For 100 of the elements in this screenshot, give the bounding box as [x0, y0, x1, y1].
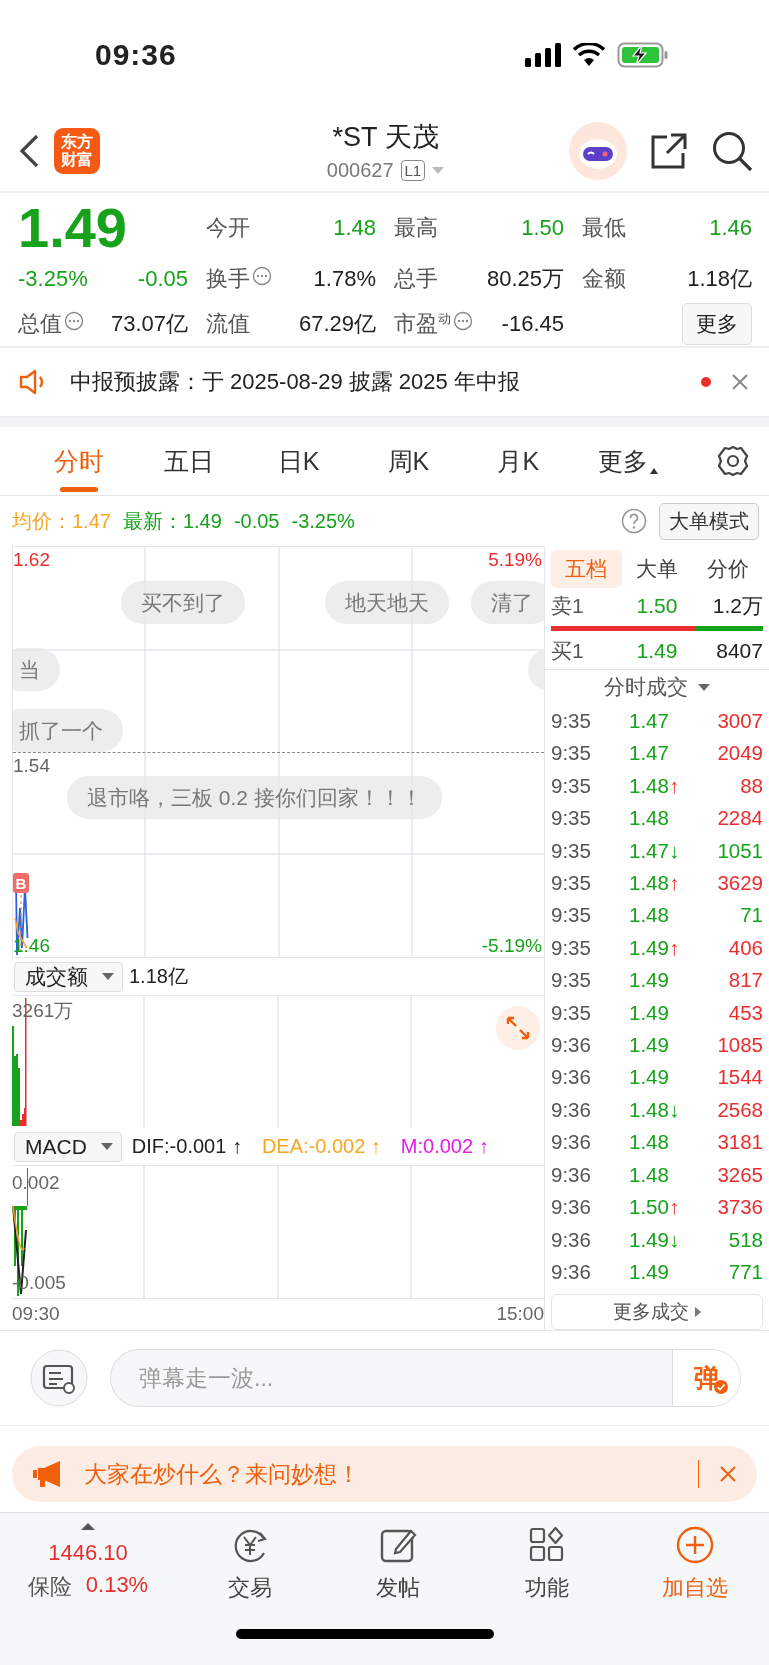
panel-tab[interactable]: 大单 [621, 550, 693, 588]
trade-time: 9:35 [551, 708, 592, 733]
nav-item[interactable]: 发帖 [324, 1523, 473, 1603]
stat-value: 1.18亿 [687, 265, 752, 293]
stock-title: *ST 天茂 [332, 121, 439, 154]
nav-item[interactable]: 功能 [472, 1523, 621, 1603]
axis-label: 5.19% [488, 549, 542, 571]
period-tab[interactable]: 更多 [573, 427, 684, 495]
help-icon[interactable] [621, 508, 647, 534]
mode-button[interactable]: 大单模式 [659, 502, 759, 540]
trade-marker: B [13, 873, 29, 893]
caret-icon [81, 1523, 95, 1530]
trade-volume: 2568 [717, 1097, 763, 1122]
robot-avatar-icon[interactable] [569, 121, 627, 180]
trade-volume: 3007 [717, 708, 763, 733]
period-tab[interactable]: 月K [463, 427, 574, 495]
trade-volume: 3265 [717, 1162, 763, 1187]
trade-arrow: ↑ [668, 935, 680, 960]
comment-bubble: 抓了一个 [13, 709, 123, 752]
trade-time: 9:35 [551, 935, 592, 960]
trade-volume: 88 [740, 773, 763, 798]
trade-volume: 518 [728, 1227, 763, 1252]
panel-tab[interactable]: 分价 [692, 550, 763, 588]
order-label: 卖1 [551, 592, 585, 619]
axis-label: -5.19% [481, 935, 542, 957]
order-volume: 1.2万 [711, 592, 763, 619]
trade-arrow: ↑ [668, 870, 680, 895]
trade-arrow: ↑ [668, 773, 680, 798]
trade-volume: 1085 [717, 1033, 763, 1058]
comment-bubble: 当 [13, 648, 60, 691]
expand-icon[interactable] [496, 1006, 540, 1050]
change-amount: -0.05 [137, 266, 188, 292]
trade-time: 9:36 [551, 1033, 592, 1058]
order-label: 买1 [551, 637, 585, 664]
indicator-dropdown[interactable]: 成交额 [14, 961, 123, 992]
m-value: M:0.002 ↑ [400, 1135, 489, 1158]
stat-value: 80.25万 [486, 265, 564, 293]
info-icon[interactable] [453, 311, 473, 331]
wifi-icon [573, 43, 605, 67]
caret-icon [698, 683, 710, 691]
trade-time: 9:35 [551, 903, 592, 928]
trade-price: 1.47 [629, 741, 669, 766]
time-label: 15:00 [496, 1303, 544, 1326]
add-icon [674, 1525, 715, 1565]
trade-volume: 771 [728, 1260, 763, 1284]
average-price-label: 均价： [12, 508, 72, 534]
stock-code: 000627 [326, 159, 394, 182]
trade-time: 9:36 [551, 1195, 592, 1220]
trade-price: 1.50 [629, 1195, 669, 1220]
trade-volume: 3736 [717, 1195, 763, 1220]
trade-price: 1.48 [629, 1162, 669, 1187]
period-tab[interactable]: 周K [353, 427, 464, 495]
latest-change: -0.05 [233, 509, 280, 533]
trade-volume: 406 [728, 935, 763, 960]
comment-bubble: 退市咯，三板 0.2 接你们回家！！！ [67, 776, 442, 819]
trade-volume: 71 [740, 903, 763, 928]
dea-value: DEA:-0.002 ↑ [261, 1135, 381, 1158]
nav-item[interactable]: 交易 [176, 1523, 325, 1603]
promo-text: 大家在炒什么？来问妙想！ [84, 1459, 361, 1489]
search-icon[interactable] [711, 129, 753, 172]
latest-price: 1.49 [182, 509, 222, 533]
stat-value: 1.78% [313, 266, 376, 292]
comment-bubble: 清了 [471, 581, 544, 624]
trade-time: 9:35 [551, 773, 592, 798]
trade-price: 1.49 [629, 1065, 669, 1090]
notice-text[interactable]: 中报预披露：于 2025-08-29 披露 2025 年中报 [70, 367, 681, 397]
trade-price: 1.49 [629, 968, 669, 993]
order-volume: 8407 [715, 638, 763, 663]
trade-price: 1.49 [629, 1227, 669, 1252]
stat-label: 今开 [206, 214, 250, 242]
close-icon[interactable] [719, 1465, 737, 1483]
order-price: 1.50 [635, 593, 679, 618]
index-value: 1446.10 [48, 1540, 128, 1566]
stat-label: 换手 [206, 265, 250, 293]
trade-volume: 2049 [717, 741, 763, 766]
comment-settings-icon[interactable] [30, 1349, 88, 1407]
indicator-dropdown[interactable]: MACD [14, 1131, 122, 1162]
info-icon[interactable] [252, 266, 272, 286]
trade-price: 1.48 [629, 903, 669, 928]
trade-price: 1.48 [629, 806, 669, 831]
last-price: 1.49 [18, 199, 128, 257]
comment-bubble: 买不到了 [121, 581, 245, 624]
settings-icon[interactable] [716, 445, 749, 477]
latest-price-label: 最新： [122, 508, 183, 534]
trade-arrow: ↓ [668, 1097, 680, 1122]
trades-header[interactable]: 分时成交 [604, 673, 688, 702]
info-icon[interactable] [64, 311, 84, 331]
stat-value: 1.46 [709, 215, 752, 241]
period-tab[interactable]: 日K [243, 427, 354, 495]
trade-time: 9:35 [551, 1000, 592, 1025]
trade-price: 1.48 [629, 773, 669, 798]
close-icon[interactable] [731, 373, 749, 391]
trade-volume: 2284 [717, 806, 763, 831]
trade-arrow: ↓ [668, 1227, 680, 1252]
index-change: 0.13% [85, 1572, 149, 1599]
back-icon[interactable] [18, 132, 40, 169]
period-tab[interactable]: 五日 [133, 427, 244, 495]
more-trades-button[interactable]: 更多成交 [551, 1294, 763, 1331]
more-button[interactable]: 更多 [682, 303, 752, 345]
trade-time: 9:35 [551, 838, 592, 863]
